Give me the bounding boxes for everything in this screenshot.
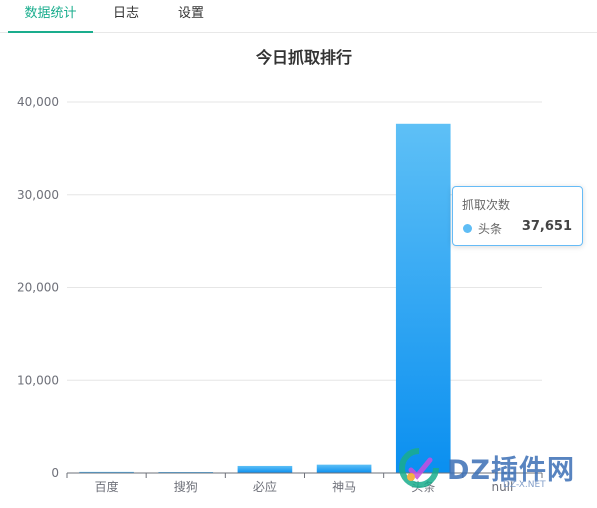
chart-axis: 010,00020,00030,00040,000百度 搜狗 必应 神马 头条 null [17, 95, 543, 494]
x-tick-label: 必应 [253, 479, 277, 494]
tab-bar: 数据统计 日志 设置 [0, 0, 597, 33]
watermark-logo-icon [399, 448, 439, 488]
x-tick-label: 搜狗 [174, 479, 198, 494]
tooltip-category: 头条 [478, 222, 503, 236]
y-tick-label: 10,000 [17, 373, 59, 387]
y-tick-label: 30,000 [17, 188, 59, 202]
chart-title: 今日抓取排行 [255, 48, 352, 67]
bar-必应[interactable] [237, 465, 293, 473]
tooltip-value: 37,651 [521, 219, 572, 234]
tab-log[interactable]: 日志 [104, 0, 148, 33]
tab-settings[interactable]: 设置 [168, 0, 214, 33]
chart-bars [79, 123, 451, 473]
tab-data-stats[interactable]: 数据统计 [8, 0, 93, 33]
y-tick-label: 20,000 [17, 281, 59, 295]
watermark-subtext: DZ-X.NET [503, 480, 546, 490]
tooltip-series-dot [463, 224, 472, 233]
x-tick-label: 百度 [95, 479, 119, 494]
bar-头条[interactable] [395, 123, 451, 473]
y-tick-label: 0 [51, 466, 59, 480]
y-tick-label: 40,000 [17, 95, 59, 109]
watermark: DZ插件网 DZ-X.NET [395, 440, 595, 496]
x-tick-label: 神马 [332, 480, 356, 494]
ranking-chart: 今日抓取排行 0 10,000 20,000 30,000 40,000 百度 搜狗 必应 神马… [17, 48, 543, 494]
tooltip-title: 抓取次数 [462, 198, 511, 212]
chart-tooltip: 抓取次数 头条 37,651 [452, 186, 583, 246]
bar-神马[interactable] [316, 464, 372, 473]
